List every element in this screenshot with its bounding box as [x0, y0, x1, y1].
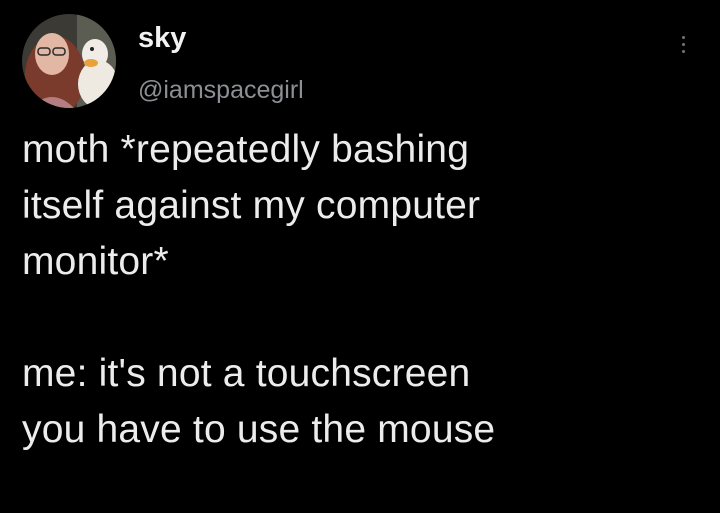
tweet: sky @iamspacegirl moth *repeatedly bashi…: [0, 0, 720, 513]
tweet-text: moth *repeatedly bashing itself against …: [22, 122, 702, 458]
display-name[interactable]: sky: [138, 24, 186, 53]
avatar-photo: [22, 14, 116, 108]
avatar[interactable]: [22, 14, 116, 108]
more-options-button[interactable]: [672, 30, 696, 60]
tweet-paragraph-1: moth *repeatedly bashing itself against …: [22, 128, 481, 283]
tweet-paragraph-2: me: it's not a touchscreen you have to u…: [22, 352, 496, 451]
user-handle[interactable]: @iamspacegirl: [138, 78, 304, 103]
